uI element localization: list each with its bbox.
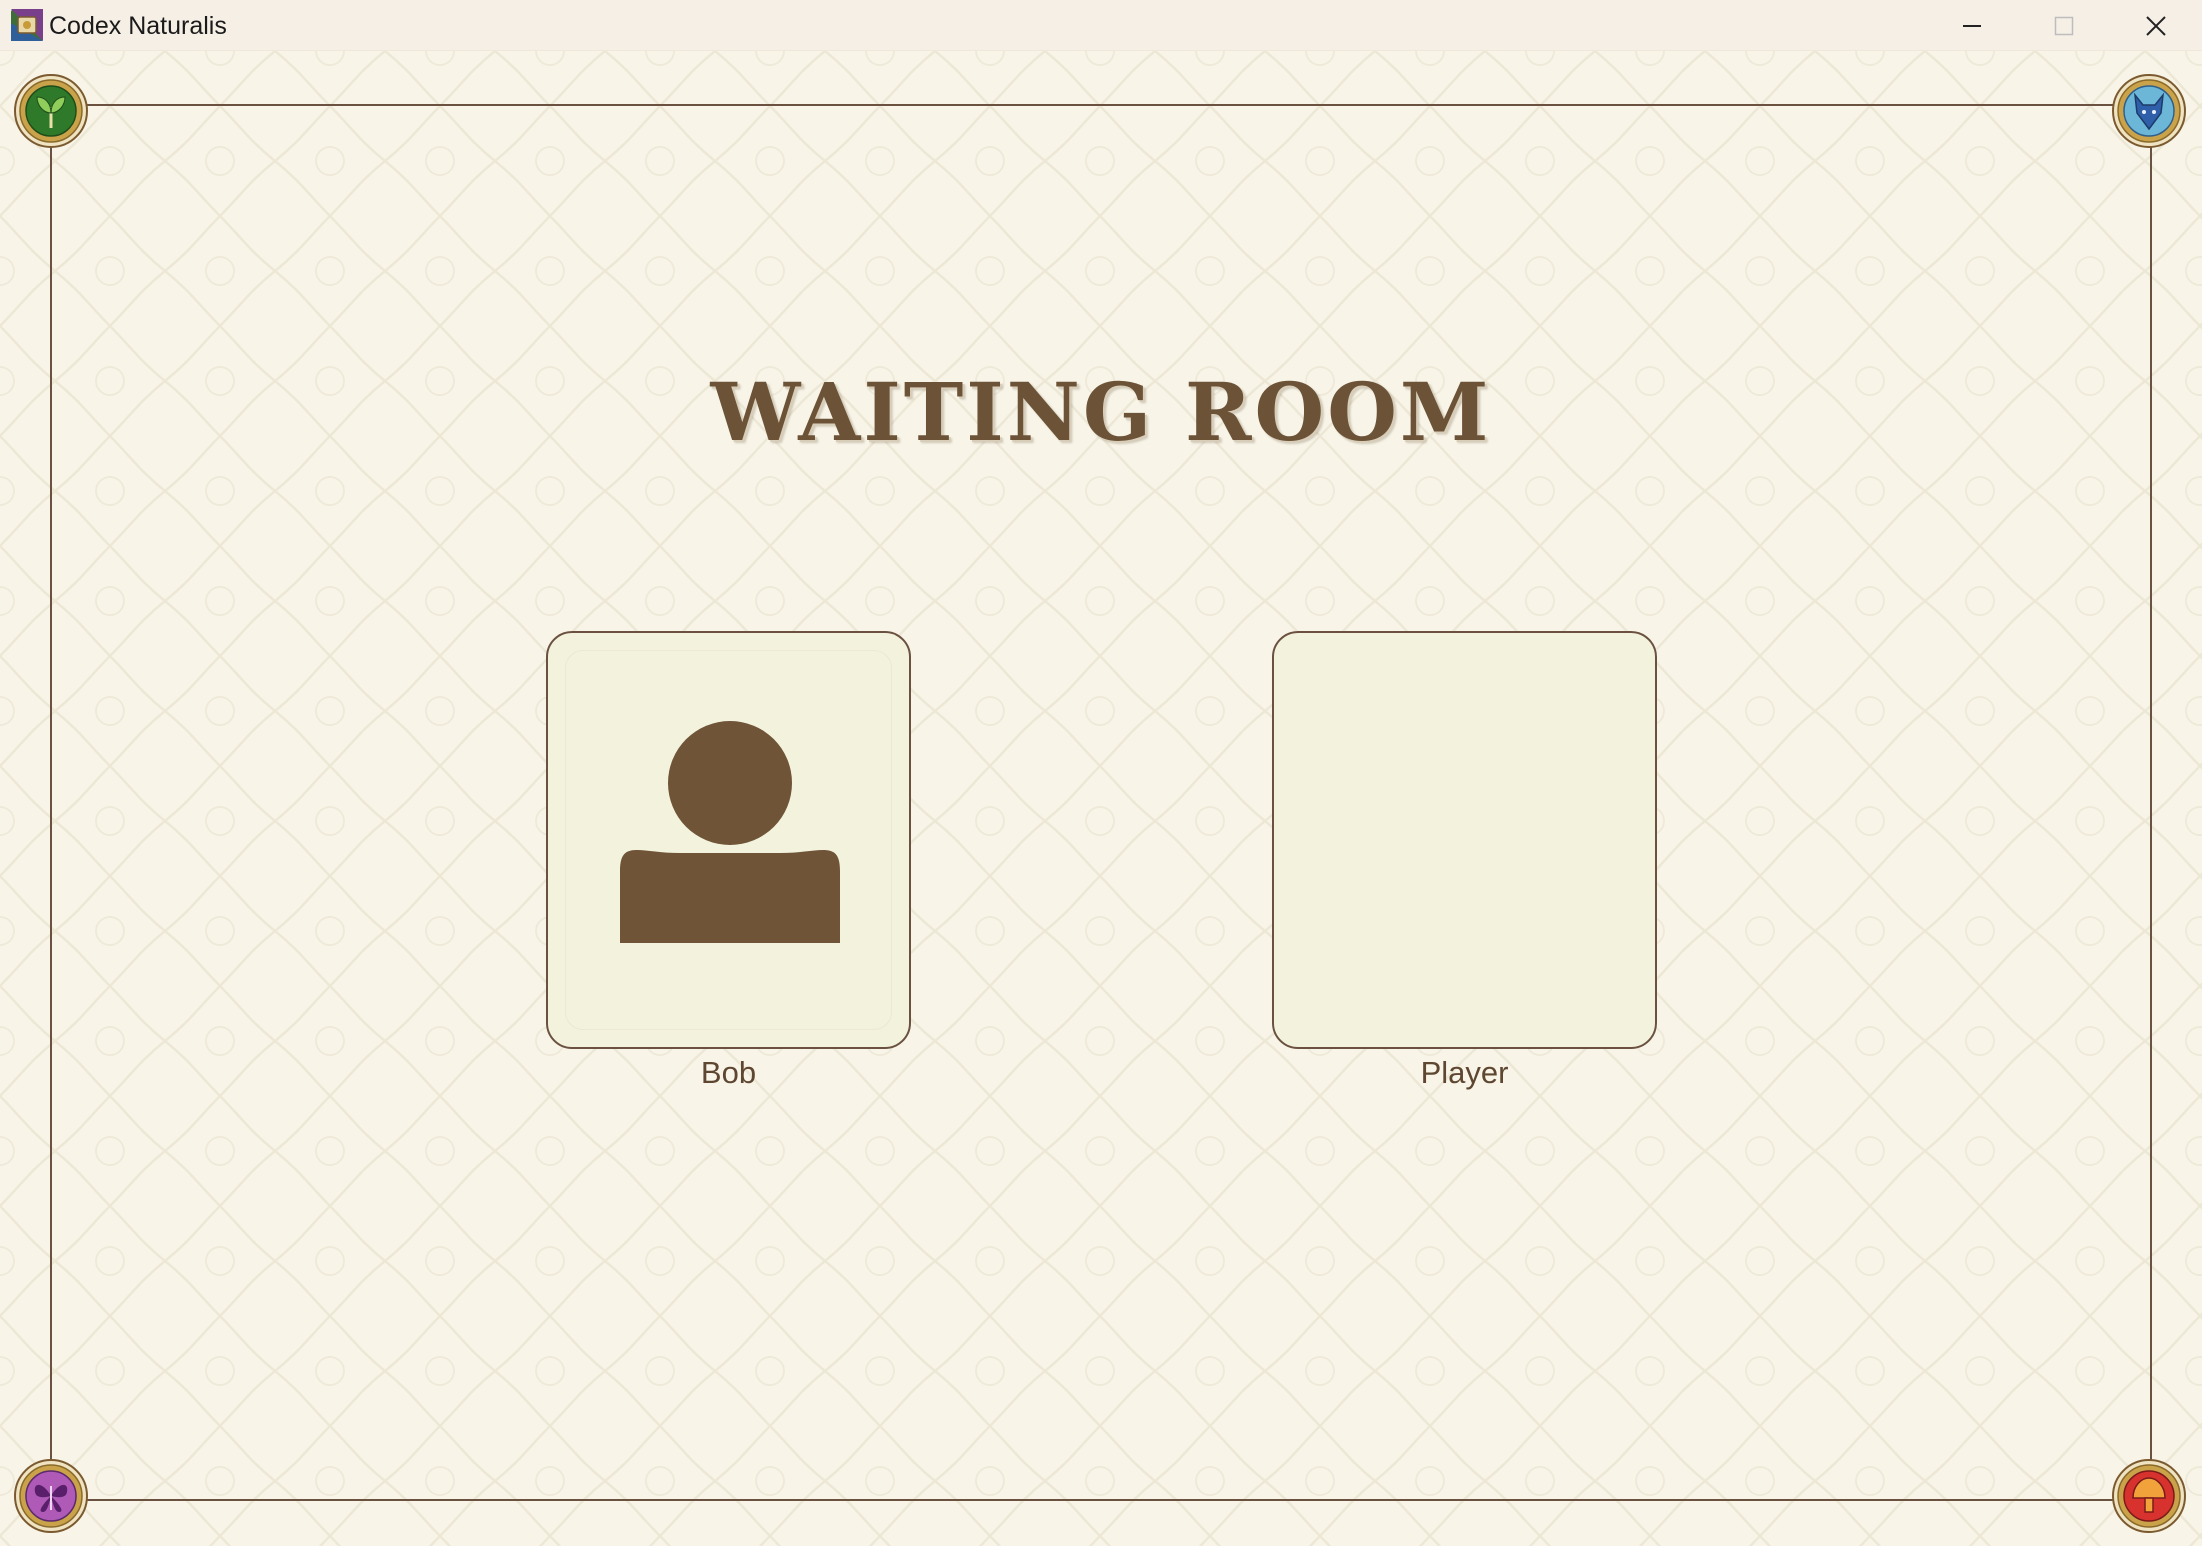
waiting-room-screen: WAITING ROOM Bob Player [0,51,2202,1546]
player-slot-empty [1272,631,1657,1049]
minimize-icon [1963,24,1981,27]
page-title: WAITING ROOM [710,365,1492,459]
animal-kingdom-icon [2112,74,2186,148]
close-button[interactable] [2110,0,2202,51]
decorative-frame [50,104,2152,1501]
player-name: Player [1420,1055,1509,1090]
window-title: Codex Naturalis [49,12,227,40]
fungi-kingdom-icon [2112,1459,2186,1533]
close-icon [2146,15,2166,36]
player-slot [546,631,911,1049]
player-name: Bob [700,1055,757,1090]
plant-kingdom-icon [14,74,88,148]
person-avatar-icon [620,721,840,943]
insect-kingdom-icon [14,1459,88,1533]
minimize-button[interactable] [1926,0,2018,51]
maximize-button[interactable] [2018,0,2110,51]
codex-naturalis-app-icon [11,9,43,41]
maximize-icon [2054,16,2074,35]
window-titlebar: Codex Naturalis [0,0,2202,51]
